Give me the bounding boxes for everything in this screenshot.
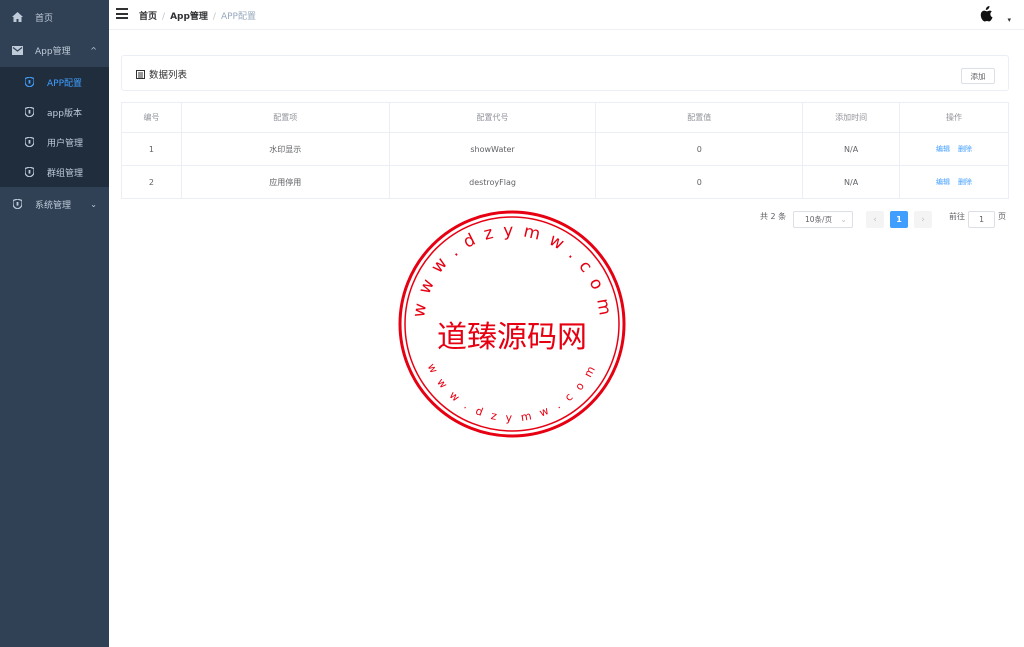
list-icon — [136, 69, 145, 79]
page-size-value: 10条/页 — [805, 215, 833, 224]
home-icon — [12, 12, 23, 23]
breadcrumb-separator: / — [212, 12, 216, 22]
table-row: 1 水印显示 showWater 0 N/A 编辑 删除 — [121, 132, 1009, 166]
sidebar-item-app-config[interactable]: APP配置 — [0, 67, 109, 97]
sidebar: 首页 App管理 ^ APP配置 app版本 用户管理 群组管理 系统管理 ⌄ — [0, 0, 109, 647]
cell-name: 水印显示 — [180, 132, 390, 166]
sidebar-item-app-version[interactable]: app版本 — [0, 97, 109, 127]
card-title-text: 数据列表 — [149, 70, 188, 81]
cell-time: N/A — [802, 165, 901, 199]
watermark-center-text: 道臻源码网 — [437, 320, 587, 355]
sidebar-item-label: app版本 — [47, 108, 82, 119]
edit-button[interactable]: 编辑 — [936, 145, 950, 153]
shield-icon — [24, 167, 35, 178]
goto-label: 前往 — [949, 212, 965, 221]
cell-code: destroyFlag — [388, 165, 597, 199]
shield-icon — [24, 137, 35, 148]
cell-id: 1 — [121, 132, 182, 166]
avatar[interactable] — [976, 3, 998, 25]
shield-icon — [24, 107, 35, 118]
chevron-down-icon: ⌄ — [90, 199, 97, 209]
cell-value: 0 — [595, 132, 804, 166]
delete-button[interactable]: 删除 — [958, 145, 972, 153]
cell-code: showWater — [388, 132, 597, 166]
sidebar-item-label: APP配置 — [47, 78, 83, 89]
sidebar-item-label: 系统管理 — [35, 200, 72, 211]
cell-id: 2 — [121, 165, 182, 199]
edit-button[interactable]: 编辑 — [936, 178, 950, 186]
sidebar-item-system-management[interactable]: 系统管理 ⌄ — [0, 189, 109, 219]
column-header-time: 添加时间 — [802, 102, 901, 133]
chevron-left-icon: ‹ — [873, 214, 877, 225]
page-number-button[interactable]: 1 — [890, 211, 908, 228]
card-title: 数据列表 — [136, 67, 187, 81]
list-card: 数据列表 添加 — [121, 55, 1009, 91]
prev-page-button[interactable]: ‹ — [866, 211, 884, 228]
column-header-code: 配置代号 — [388, 102, 597, 133]
table-row: 2 应用停用 destroyFlag 0 N/A 编辑 删除 — [121, 165, 1009, 199]
watermark-seal: w w w . d z y m w . c o m 道臻源码网 w w w . … — [398, 210, 626, 438]
table-header-row: 编号 配置项 配置代号 配置值 添加时间 操作 — [121, 102, 1009, 133]
add-button[interactable]: 添加 — [961, 68, 995, 84]
sidebar-item-home[interactable]: 首页 — [0, 2, 109, 32]
shield-icon — [24, 77, 35, 88]
column-header-name: 配置项 — [180, 102, 390, 133]
sidebar-item-group-management[interactable]: 群组管理 — [0, 157, 109, 187]
breadcrumb-section[interactable]: App管理 — [170, 12, 208, 22]
page-unit-label: 页 — [998, 212, 1006, 221]
caret-down-icon[interactable]: ▾ — [1007, 16, 1011, 24]
apple-logo-icon — [980, 6, 993, 22]
mail-icon — [12, 45, 23, 56]
page-size-select[interactable]: 10条/页 ⌄ — [793, 211, 853, 228]
sidebar-item-label: 群组管理 — [47, 168, 84, 179]
next-page-button[interactable]: › — [914, 211, 932, 228]
sidebar-item-user-management[interactable]: 用户管理 — [0, 127, 109, 157]
data-table: 编号 配置项 配置代号 配置值 添加时间 操作 1 水印显示 showWater… — [121, 102, 1009, 199]
breadcrumb: 首页 / App管理 / APP配置 — [139, 9, 256, 22]
sidebar-item-app-management[interactable]: App管理 ^ — [0, 35, 109, 65]
column-header-actions: 操作 — [899, 102, 1009, 133]
shield-icon — [12, 199, 23, 210]
delete-button[interactable]: 删除 — [958, 178, 972, 186]
cell-actions: 编辑 删除 — [899, 165, 1009, 199]
cell-value: 0 — [595, 165, 804, 199]
watermark-bottom-text: w w w . d z y m w . c o m — [425, 361, 600, 424]
goto-page-input[interactable]: 1 — [968, 211, 995, 228]
cell-time: N/A — [802, 132, 901, 166]
sidebar-item-label: App管理 — [35, 46, 71, 57]
column-header-id: 编号 — [121, 102, 182, 133]
cell-actions: 编辑 删除 — [899, 132, 1009, 166]
breadcrumb-separator: / — [162, 12, 166, 22]
chevron-up-icon: ^ — [90, 45, 97, 55]
chevron-right-icon: › — [921, 214, 925, 225]
watermark-top-text: w w w . d z y m w . c o m — [409, 221, 615, 319]
breadcrumb-home[interactable]: 首页 — [139, 12, 157, 22]
sidebar-item-label: 首页 — [35, 13, 54, 24]
column-header-value: 配置值 — [595, 102, 804, 133]
navbar: 首页 / App管理 / APP配置 ▾ — [109, 0, 1024, 30]
breadcrumb-current: APP配置 — [220, 12, 256, 22]
sidebar-item-label: 用户管理 — [47, 138, 84, 149]
chevron-down-icon: ⌄ — [840, 215, 847, 224]
hamburger-icon[interactable] — [116, 8, 128, 19]
pagination-total: 共 2 条 — [760, 212, 787, 221]
cell-name: 应用停用 — [180, 165, 390, 199]
